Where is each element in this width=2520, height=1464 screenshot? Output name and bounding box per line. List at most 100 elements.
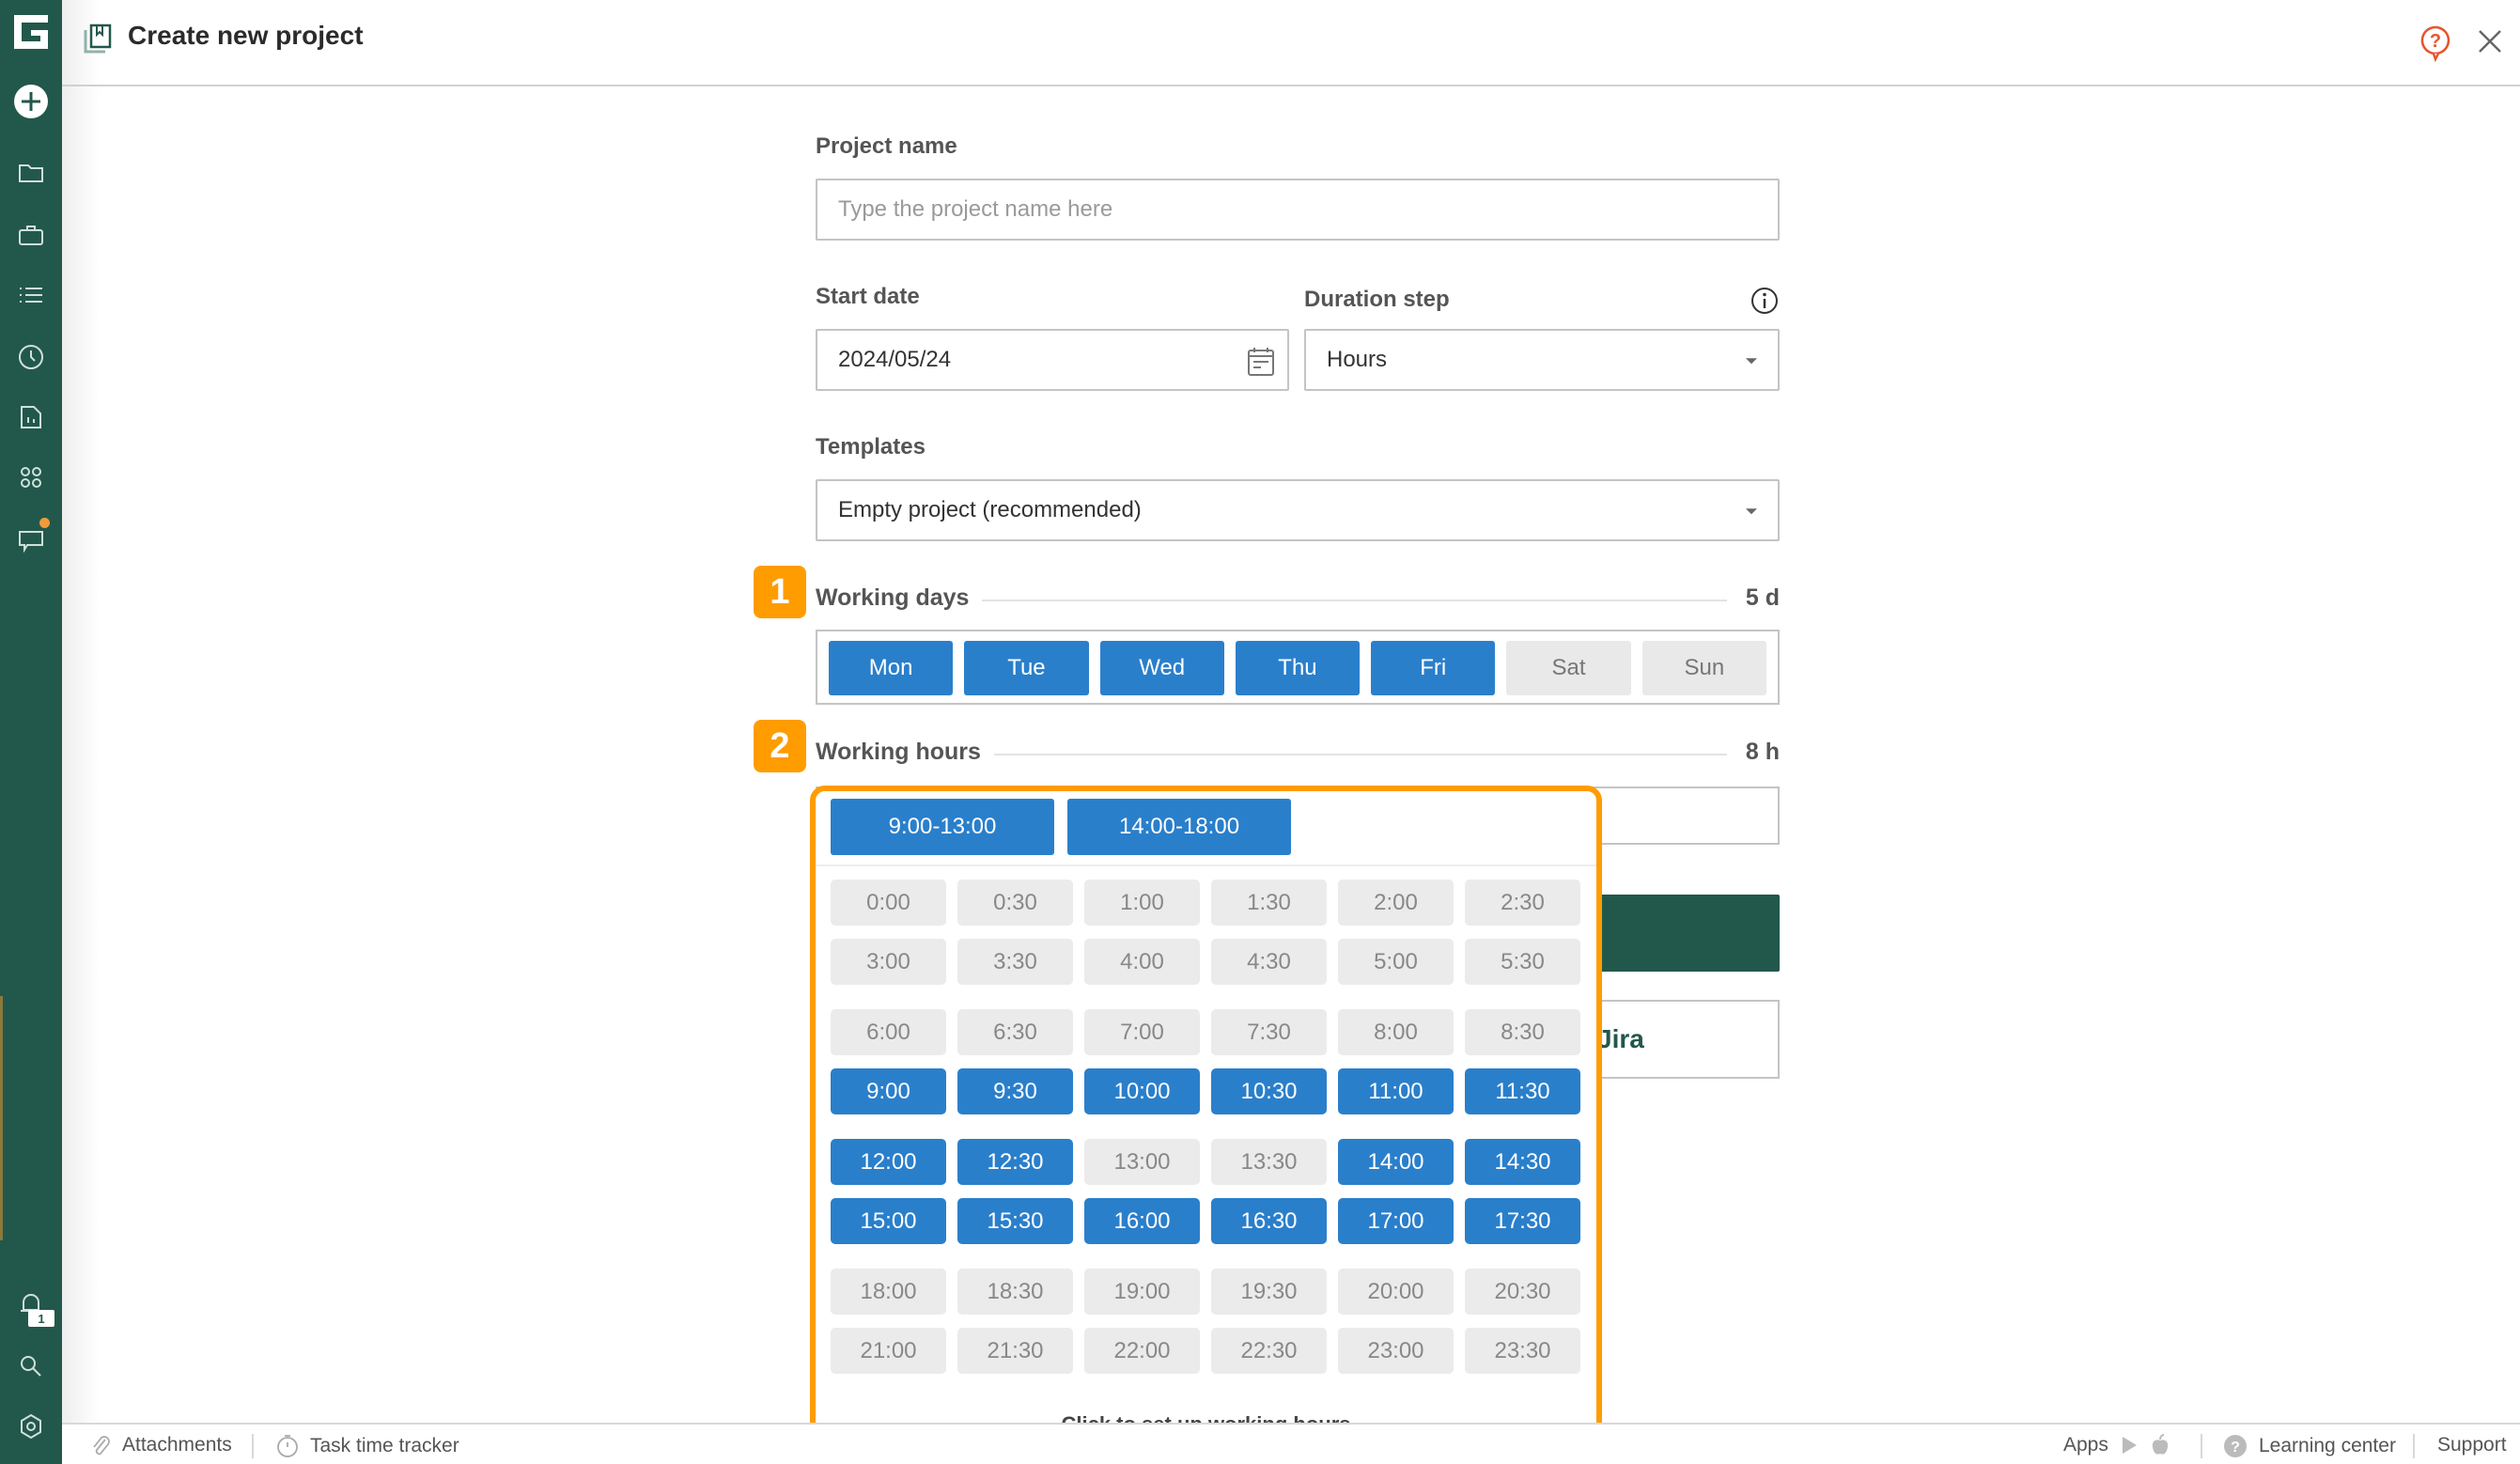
duration-step-select[interactable]: Hours — [1304, 329, 1780, 391]
start-date-label: Start date — [816, 284, 920, 309]
time-row: 21:00 21:30 22:00 22:30 23:00 23:30 — [831, 1328, 1580, 1374]
working-days-total: 5 d — [1745, 584, 1780, 611]
time-slot[interactable]: 12:00 — [831, 1139, 946, 1185]
time-slot[interactable]: 21:30 — [957, 1328, 1073, 1374]
time-slot[interactable]: 23:00 — [1338, 1328, 1454, 1374]
time-slot[interactable]: 8:30 — [1465, 1009, 1580, 1055]
attachments-link[interactable]: Attachments — [90, 1434, 232, 1456]
folder-icon — [19, 164, 43, 182]
time-slot[interactable]: 18:30 — [957, 1269, 1073, 1315]
sidebar-item-tasks[interactable] — [12, 276, 50, 314]
time-row: 3:00 3:30 4:00 4:30 5:00 5:30 — [831, 939, 1580, 985]
sidebar-item-projects[interactable] — [12, 154, 50, 192]
time-slot[interactable]: 6:30 — [957, 1009, 1073, 1055]
day-toggle-thu[interactable]: Thu — [1235, 641, 1361, 695]
time-slot[interactable]: 6:00 — [831, 1009, 946, 1055]
time-slot[interactable]: 9:00 — [831, 1068, 946, 1114]
time-slot[interactable]: 1:30 — [1211, 880, 1327, 926]
time-slot[interactable]: 3:30 — [957, 939, 1073, 985]
info-icon[interactable] — [1750, 286, 1780, 316]
time-slot[interactable]: 14:30 — [1465, 1139, 1580, 1185]
time-slot[interactable]: 11:30 — [1465, 1068, 1580, 1114]
time-slot[interactable]: 4:00 — [1084, 939, 1200, 985]
create-project-button[interactable] — [1588, 895, 1780, 972]
day-toggle-fri[interactable]: Fri — [1371, 641, 1496, 695]
time-slot[interactable]: 16:00 — [1084, 1198, 1200, 1244]
divider — [252, 1434, 254, 1458]
time-slot[interactable]: 3:00 — [831, 939, 946, 985]
day-toggle-sun[interactable]: Sun — [1641, 641, 1766, 695]
time-slot[interactable]: 15:00 — [831, 1198, 946, 1244]
close-icon[interactable] — [2475, 26, 2505, 56]
learning-center-link[interactable]: ? Learning center — [2223, 1434, 2396, 1458]
time-slot[interactable]: 7:30 — [1211, 1009, 1327, 1055]
time-slot[interactable]: 5:30 — [1465, 939, 1580, 985]
apple-icon[interactable] — [2150, 1434, 2170, 1456]
time-row: 15:00 15:30 16:00 16:30 17:00 17:30 — [831, 1198, 1580, 1244]
sidebar-item-reports[interactable] — [12, 398, 50, 436]
time-slot[interactable]: 2:30 — [1465, 880, 1580, 926]
time-slot[interactable]: 19:30 — [1211, 1269, 1327, 1315]
time-slot[interactable]: 0:30 — [957, 880, 1073, 926]
time-slot[interactable]: 11:00 — [1338, 1068, 1454, 1114]
project-name-input[interactable]: Type the project name here — [816, 179, 1780, 241]
range-chip[interactable]: 14:00-18:00 — [1067, 799, 1291, 855]
import-from-jira-button[interactable]: Jira — [1588, 1000, 1780, 1079]
time-slot[interactable]: 0:00 — [831, 880, 946, 926]
sidebar-item-apps[interactable] — [12, 459, 50, 496]
time-slot[interactable]: 20:00 — [1338, 1269, 1454, 1315]
day-toggle-mon[interactable]: Mon — [829, 641, 954, 695]
start-date-input[interactable]: 2024/05/24 — [816, 329, 1289, 391]
time-slot[interactable]: 22:30 — [1211, 1328, 1327, 1374]
grid-icon — [21, 467, 41, 488]
support-link[interactable]: Support — [2437, 1434, 2507, 1456]
time-slot[interactable]: 7:00 — [1084, 1009, 1200, 1055]
time-slot[interactable]: 10:00 — [1084, 1068, 1200, 1114]
time-slot[interactable]: 13:30 — [1211, 1139, 1327, 1185]
sidebar-item-time[interactable] — [12, 338, 50, 376]
time-slot[interactable]: 23:30 — [1465, 1328, 1580, 1374]
day-toggle-wed[interactable]: Wed — [1099, 641, 1224, 695]
time-slot[interactable]: 4:30 — [1211, 939, 1327, 985]
time-slot[interactable]: 15:30 — [957, 1198, 1073, 1244]
create-button[interactable] — [12, 83, 50, 120]
time-slot[interactable]: 1:00 — [1084, 880, 1200, 926]
app-logo-icon[interactable] — [8, 9, 54, 55]
project-name-label: Project name — [816, 133, 957, 159]
time-slot[interactable]: 2:00 — [1338, 880, 1454, 926]
templates-select[interactable]: Empty project (recommended) — [816, 479, 1780, 541]
apps-link[interactable]: Apps — [2063, 1434, 2170, 1456]
time-slot[interactable]: 12:30 — [957, 1139, 1073, 1185]
time-slot[interactable]: 13:00 — [1084, 1139, 1200, 1185]
day-toggle-sat[interactable]: Sat — [1506, 641, 1631, 695]
range-chip[interactable]: 9:00-13:00 — [831, 799, 1054, 855]
time-slot[interactable]: 17:30 — [1465, 1198, 1580, 1244]
time-slot[interactable]: 14:00 — [1338, 1139, 1454, 1185]
time-slot[interactable]: 10:30 — [1211, 1068, 1327, 1114]
time-slot[interactable]: 16:30 — [1211, 1198, 1327, 1244]
divider — [2413, 1434, 2415, 1458]
time-slot[interactable]: 17:00 — [1338, 1198, 1454, 1244]
sidebar-item-portfolios[interactable] — [12, 216, 50, 254]
day-toggle-tue[interactable]: Tue — [964, 641, 1089, 695]
task-time-tracker-link[interactable]: Task time tracker — [276, 1434, 459, 1458]
divider — [2201, 1434, 2202, 1458]
calendar-icon[interactable] — [1246, 346, 1276, 378]
content-shadow — [62, 86, 100, 1423]
working-hours-label: Working hours — [816, 739, 994, 766]
google-play-icon[interactable] — [2120, 1435, 2139, 1456]
time-slot[interactable]: 8:00 — [1338, 1009, 1454, 1055]
working-hours-total: 8 h — [1745, 739, 1780, 765]
time-slot[interactable]: 20:30 — [1465, 1269, 1580, 1315]
learning-center-label: Learning center — [2259, 1435, 2396, 1456]
project-book-icon — [84, 23, 112, 54]
help-bubble-icon[interactable]: ? — [2419, 24, 2452, 62]
time-slot[interactable]: 5:00 — [1338, 939, 1454, 985]
sidebar-item-settings[interactable] — [12, 1408, 50, 1445]
time-slot[interactable]: 9:30 — [957, 1068, 1073, 1114]
time-slot[interactable]: 21:00 — [831, 1328, 946, 1374]
time-slot[interactable]: 22:00 — [1084, 1328, 1200, 1374]
sidebar-item-search[interactable] — [12, 1347, 50, 1385]
time-slot[interactable]: 18:00 — [831, 1269, 946, 1315]
time-slot[interactable]: 19:00 — [1084, 1269, 1200, 1315]
